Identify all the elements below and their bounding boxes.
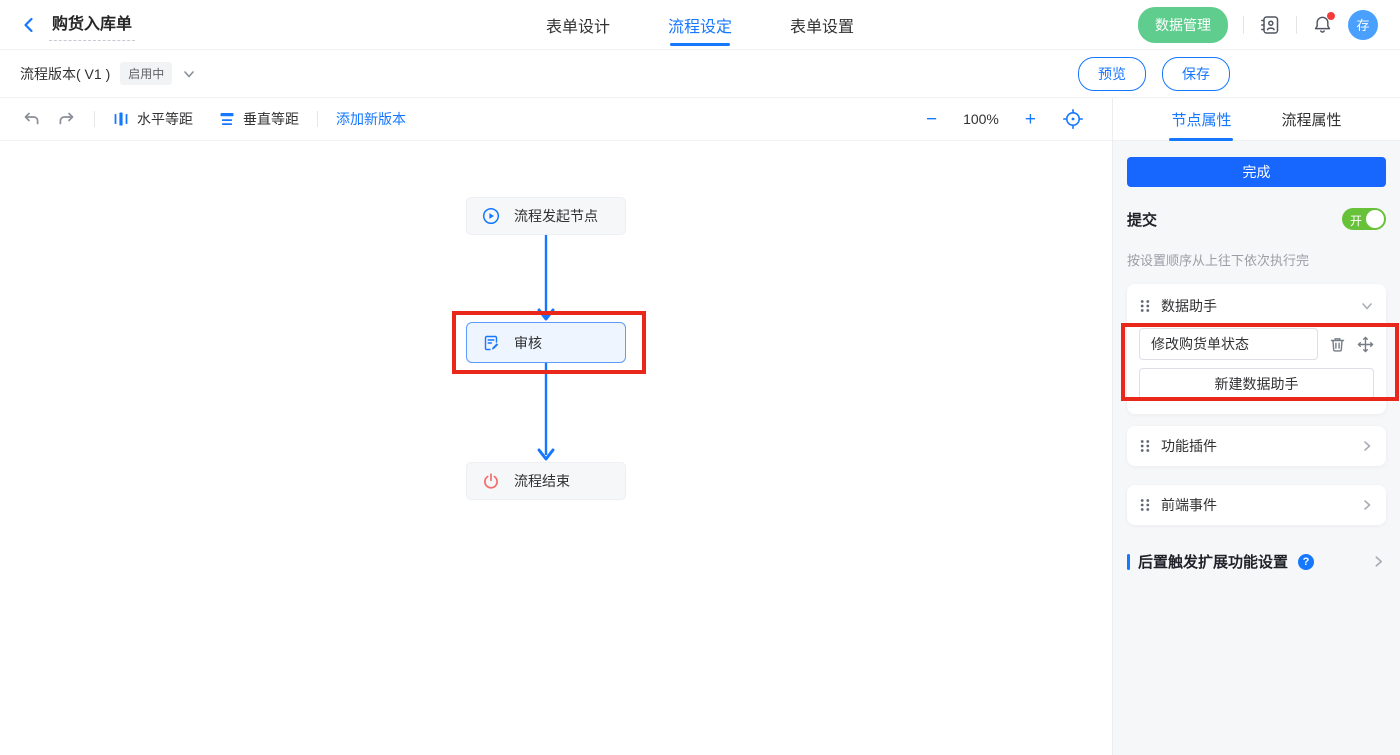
notification-bell-icon[interactable] (1312, 14, 1333, 35)
notification-dot (1327, 12, 1335, 20)
delete-icon[interactable] (1329, 336, 1346, 353)
preview-button[interactable]: 预览 (1078, 57, 1146, 91)
document-edit-icon (482, 334, 500, 352)
drag-handle-icon[interactable] (1139, 439, 1151, 453)
data-assistant-item[interactable]: 修改购货单状态 (1139, 328, 1318, 360)
header-left: 购货入库单 (0, 8, 135, 41)
post-trigger-title: 后置触发扩展功能设置 (1138, 551, 1288, 572)
tab-form-design[interactable]: 表单设计 (546, 0, 610, 50)
divider (1243, 16, 1244, 34)
vertical-spacing-label[interactable]: 垂直等距 (243, 109, 299, 129)
zoom-controls: − 100% + (926, 108, 1090, 130)
version-label: 流程版本( V1 ) (20, 64, 110, 84)
header-right: 数据管理 存 (1138, 7, 1400, 43)
flow-node-start[interactable]: 流程发起节点 (466, 197, 626, 235)
properties-panel: 节点属性 流程属性 完成 提交 开 按设置顺序从上往下依次执行完 (1113, 98, 1400, 755)
back-icon[interactable] (20, 16, 38, 34)
zoom-out-button[interactable]: − (926, 110, 937, 129)
toggle-knob (1366, 210, 1384, 228)
tab-node-properties[interactable]: 节点属性 (1171, 98, 1231, 141)
add-version-link[interactable]: 添加新版本 (336, 109, 406, 129)
canvas-toolbar: 水平等距 垂直等距 添加新版本 − 100% + (0, 98, 1112, 141)
avatar[interactable]: 存 (1348, 10, 1378, 40)
horizontal-spacing-label[interactable]: 水平等距 (137, 109, 193, 129)
node-label: 流程结束 (514, 471, 570, 491)
save-button[interactable]: 保存 (1162, 57, 1230, 91)
submit-row: 提交 开 (1127, 208, 1386, 230)
play-circle-icon (482, 207, 500, 225)
contact-book-icon[interactable] (1259, 14, 1281, 36)
flow-canvas-area: 水平等距 垂直等距 添加新版本 − 100% + (0, 98, 1113, 755)
tab-form-setting[interactable]: 表单设置 (790, 0, 854, 50)
page-title[interactable]: 购货入库单 (49, 8, 135, 41)
tab-flow-setting[interactable]: 流程设定 (668, 0, 732, 50)
plugin-title: 功能插件 (1161, 436, 1217, 456)
tab-flow-properties[interactable]: 流程属性 (1282, 98, 1342, 141)
new-data-assistant-button[interactable]: 新建数据助手 (1139, 368, 1374, 400)
panel-tabs: 节点属性 流程属性 (1113, 98, 1400, 141)
divider (1296, 16, 1297, 34)
node-label: 流程发起节点 (514, 206, 598, 226)
order-hint: 按设置顺序从上往下依次执行完 (1127, 250, 1386, 269)
drag-handle-icon[interactable] (1139, 299, 1151, 313)
data-assistant-header[interactable]: 数据助手 (1139, 296, 1374, 316)
undo-redo-group (22, 110, 76, 128)
post-trigger-section[interactable]: 后置触发扩展功能设置 ? (1127, 551, 1386, 572)
status-badge: 启用中 (120, 62, 172, 85)
horizontal-spacing-icon[interactable] (113, 111, 129, 127)
flow-node-end[interactable]: 流程结束 (466, 462, 626, 500)
data-manage-button[interactable]: 数据管理 (1138, 7, 1228, 43)
complete-button[interactable]: 完成 (1127, 157, 1386, 187)
node-label: 审核 (514, 333, 542, 353)
undo-icon[interactable] (22, 110, 40, 128)
app-header: 购货入库单 表单设计 流程设定 表单设置 数据管理 存 (0, 0, 1400, 50)
submit-label: 提交 (1127, 209, 1157, 230)
flow-canvas[interactable]: 流程发起节点 审核 流程结束 (0, 141, 1112, 755)
redo-icon[interactable] (58, 110, 76, 128)
data-assistant-card: 数据助手 修改购货单状态 (1127, 284, 1386, 414)
help-icon[interactable]: ? (1298, 554, 1314, 570)
toggle-on-label: 开 (1350, 212, 1362, 229)
section-accent-bar (1127, 554, 1130, 570)
plugin-card[interactable]: 功能插件 (1127, 426, 1386, 466)
panel-content: 完成 提交 开 按设置顺序从上往下依次执行完 数据助手 (1113, 141, 1400, 572)
chevron-down-icon[interactable] (1360, 299, 1374, 313)
chevron-down-icon[interactable] (182, 67, 196, 81)
zoom-level: 100% (963, 111, 999, 127)
power-icon (482, 472, 500, 490)
divider (94, 111, 95, 127)
divider (317, 111, 318, 127)
flow-node-review[interactable]: 审核 (466, 322, 626, 363)
header-tabs: 表单设计 流程设定 表单设置 (546, 0, 854, 50)
frontend-event-title: 前端事件 (1161, 495, 1217, 515)
chevron-right-icon (1371, 554, 1386, 569)
version-actions: 预览 保存 (1078, 57, 1230, 91)
submit-toggle[interactable]: 开 (1342, 208, 1386, 230)
frontend-event-card[interactable]: 前端事件 (1127, 485, 1386, 525)
move-icon[interactable] (1357, 336, 1374, 353)
locate-center-icon[interactable] (1062, 108, 1084, 130)
data-assistant-item-row: 修改购货单状态 (1139, 328, 1374, 360)
data-assistant-title: 数据助手 (1161, 296, 1217, 316)
zoom-in-button[interactable]: + (1025, 110, 1036, 129)
chevron-right-icon (1360, 439, 1374, 453)
vertical-spacing-icon[interactable] (219, 111, 235, 127)
chevron-right-icon (1360, 498, 1374, 512)
drag-handle-icon[interactable] (1139, 498, 1151, 512)
version-bar: 流程版本( V1 ) 启用中 预览 保存 (0, 50, 1400, 98)
